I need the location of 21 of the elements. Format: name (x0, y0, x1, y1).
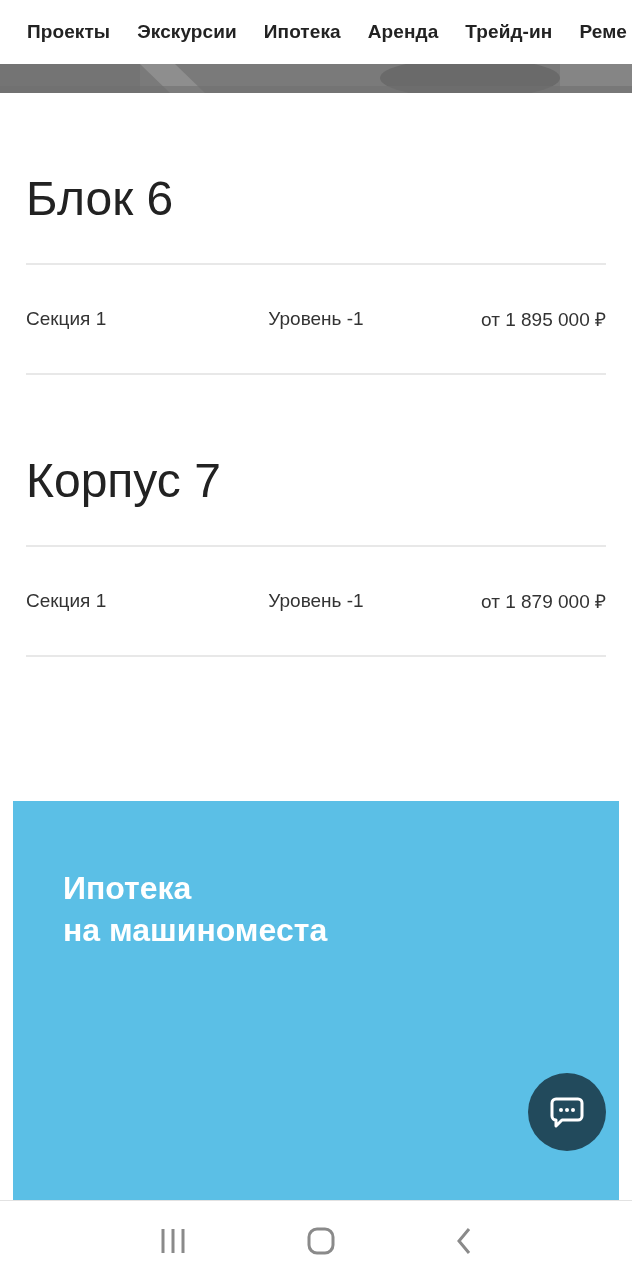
section-label: Секция 1 (26, 308, 108, 330)
nav-link[interactable]: Реме (579, 21, 627, 43)
price-label: от 1 895 000 ₽ (480, 308, 606, 332)
promo-title: Ипотека на машиноместа (62, 869, 329, 950)
chat-icon (550, 1096, 584, 1128)
level-label: Уровень -1 (268, 590, 364, 612)
nav-link[interactable]: Экскурсии (137, 21, 237, 43)
block-title: Блок 6 (26, 171, 175, 227)
listing-row[interactable]: Секция 1 Уровень -1 от 1 879 000 ₽ (26, 545, 606, 657)
home-icon[interactable] (307, 1226, 335, 1255)
nav-link[interactable]: Ипотека (263, 21, 341, 43)
section-label: Секция 1 (26, 590, 108, 612)
recent-apps-icon[interactable] (160, 1227, 187, 1254)
listing-row[interactable]: Секция 1 Уровень -1 от 1 895 000 ₽ (26, 263, 606, 375)
price-label: от 1 879 000 ₽ (480, 590, 606, 614)
nav-link[interactable]: Проекты (27, 21, 111, 43)
level-label: Уровень -1 (268, 308, 364, 330)
block-title: Корпус 7 (26, 453, 222, 509)
nav-link[interactable]: Трейд-ин (465, 21, 553, 43)
back-icon[interactable] (455, 1226, 472, 1255)
nav-link[interactable]: Аренда (367, 21, 439, 43)
